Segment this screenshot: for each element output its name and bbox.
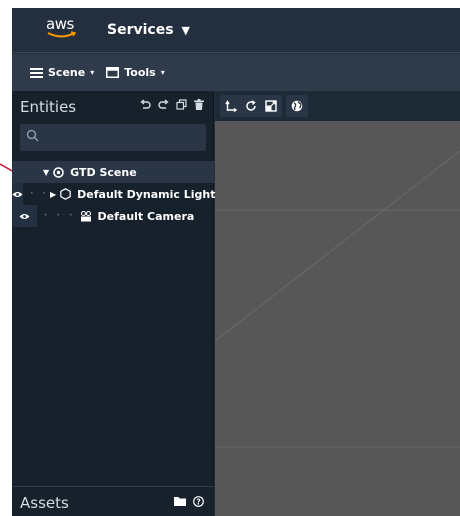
tree-row-gtd-scene[interactable]: ▼ GTD Scene <box>12 161 214 183</box>
entities-toolbar <box>140 99 204 110</box>
editor-menubar: Scene ▾ Tools ▾ <box>12 54 460 91</box>
tree-guide-dots: · · · <box>44 211 76 221</box>
tools-caret-icon: ▾ <box>160 68 165 77</box>
assets-toolbar: ? <box>174 496 204 507</box>
tree-row-label: Default Camera <box>97 209 195 223</box>
tools-menu[interactable]: Tools ▾ <box>106 66 165 79</box>
entity-tree: ▼ GTD Scene · · ▶ Default Dynamic Light <box>12 161 216 227</box>
aws-smile-icon <box>47 31 77 38</box>
translate-icon[interactable] <box>223 98 239 114</box>
hamburger-icon <box>30 67 43 78</box>
app-frame: aws Services ▼ Scene ▾ Tools ▾ Entities … <box>12 8 460 516</box>
aws-logo-text: aws <box>46 15 74 33</box>
assets-panel-header: Assets ? <box>12 486 214 516</box>
entities-panel-header: Entities <box>12 91 214 121</box>
expand-arrow-down-icon[interactable]: ▼ <box>43 168 49 177</box>
tree-row-default-dynamic-light[interactable]: · · ▶ Default Dynamic Light <box>12 183 216 205</box>
entities-title: Entities <box>20 98 77 116</box>
aws-top-bar: aws Services ▼ <box>12 8 460 53</box>
visibility-eye-icon[interactable] <box>12 183 23 205</box>
redo-icon[interactable] <box>158 99 169 110</box>
tools-menu-label: Tools <box>124 66 156 79</box>
tree-guide-dots: · · <box>30 189 49 199</box>
window-icon <box>106 67 120 78</box>
entities-search-field[interactable] <box>20 124 206 151</box>
visibility-eye-icon[interactable] <box>12 205 37 227</box>
assets-title: Assets <box>20 494 69 512</box>
services-caret-icon: ▼ <box>181 23 191 37</box>
aws-logo[interactable]: aws <box>46 16 78 42</box>
undo-icon[interactable] <box>140 99 151 110</box>
scene-caret-icon: ▾ <box>90 68 95 77</box>
folder-icon[interactable] <box>174 496 186 506</box>
hexagon-light-icon <box>60 188 71 200</box>
tree-row-label: GTD Scene <box>70 165 137 179</box>
tree-row-default-camera[interactable]: · · · Default Camera <box>12 205 214 227</box>
services-label: Services <box>107 22 174 38</box>
expand-arrow-right-icon[interactable]: ▶ <box>50 190 56 199</box>
entities-panel: Entities ▼ GTD Scene · · ▶ Default Dynam… <box>12 91 216 516</box>
camera-icon <box>80 210 92 222</box>
scene-viewport[interactable] <box>215 91 460 516</box>
globe-icon[interactable] <box>289 98 305 114</box>
transform-tool-group <box>220 95 282 117</box>
visibility-placeholder <box>12 161 37 183</box>
services-menu[interactable]: Services ▼ <box>107 22 190 38</box>
delete-icon[interactable] <box>194 99 204 110</box>
help-icon[interactable]: ? <box>193 496 204 507</box>
tree-row-label: Default Dynamic Light <box>77 187 216 201</box>
scene-menu[interactable]: Scene ▾ <box>30 66 94 79</box>
duplicate-icon[interactable] <box>176 99 187 110</box>
viewport-canvas[interactable] <box>215 121 460 516</box>
space-tool-group <box>286 95 308 117</box>
scene-target-icon <box>53 166 64 178</box>
search-icon <box>26 129 39 142</box>
rotate-icon[interactable] <box>243 98 259 114</box>
scale-icon[interactable] <box>263 98 279 114</box>
scene-menu-label: Scene <box>48 66 86 79</box>
svg-text:?: ? <box>196 497 200 506</box>
viewport-toolbar <box>215 91 460 121</box>
